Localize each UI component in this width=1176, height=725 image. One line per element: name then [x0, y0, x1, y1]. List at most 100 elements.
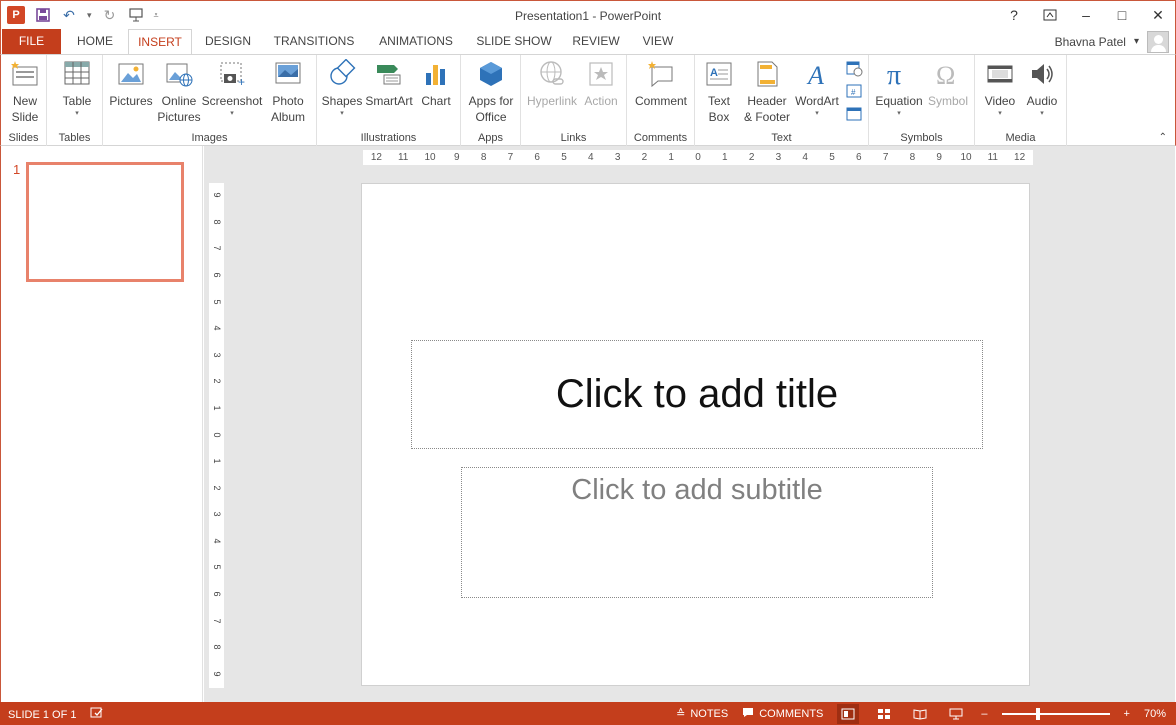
ruler-tick-label: 3 [212, 352, 222, 358]
text-box-icon: A [704, 59, 734, 89]
user-menu-caret-icon[interactable]: ▾ [1134, 36, 1139, 47]
tab-view[interactable]: VIEW [635, 29, 681, 54]
comments-button[interactable]: COMMENTS [742, 707, 823, 721]
apps-for-office-button[interactable]: Apps for Office [465, 59, 517, 125]
object-icon[interactable] [845, 105, 863, 123]
group-text: A Text Box Header & Footer A WordArt ▾ # [695, 55, 869, 146]
video-button[interactable]: Video ▾ [979, 59, 1021, 119]
zoom-level[interactable]: 70% [1144, 708, 1166, 720]
ruler-tick-label: 11 [987, 152, 998, 163]
tab-file[interactable]: FILE [2, 29, 61, 54]
text-box-label-1: Text [707, 94, 730, 108]
table-button[interactable]: Table ▾ [59, 59, 95, 119]
smartart-button[interactable]: SmartArt [363, 59, 415, 109]
online-pictures-button[interactable]: Online Pictures [157, 59, 201, 125]
pi-equation-icon: π [884, 59, 914, 91]
video-dropdown-icon: ▾ [998, 110, 1002, 117]
vertical-ruler: 9 8 7 6 5 4 3 2 1 0 1 2 3 4 5 6 7 8 9 [209, 183, 224, 688]
symbol-button[interactable]: Ω Symbol [925, 59, 971, 109]
user-name[interactable]: Bhavna Patel [1055, 35, 1126, 49]
minimize-button[interactable]: – [1077, 5, 1095, 25]
ruler-tick-label: 6 [212, 591, 222, 597]
slide-count-status[interactable]: SLIDE 1 OF 1 [8, 709, 76, 721]
comments-icon [742, 707, 754, 721]
tab-review[interactable]: REVIEW [565, 29, 627, 54]
photo-album-icon [273, 59, 303, 89]
help-button[interactable]: ? [1005, 5, 1023, 25]
slide-sorter-view-button[interactable] [873, 704, 895, 724]
slide-editing-area: 12 11 10 9 8 7 6 5 4 3 2 1 0 1 2 3 4 5 6 7 8 9 10 11 12 98765432… [204, 146, 1175, 702]
ruler-tick-label: 2 [212, 378, 222, 384]
header-footer-label-2: & Footer [743, 110, 791, 124]
pictures-button[interactable]: Pictures [107, 59, 155, 109]
spell-check-icon[interactable] [90, 707, 104, 722]
svg-text:#: # [851, 88, 856, 97]
comment-button[interactable]: Comment [631, 59, 691, 109]
ruler-tick-label: 3 [775, 152, 782, 163]
new-slide-button[interactable]: New Slide [5, 59, 45, 125]
collapse-ribbon-icon[interactable]: ⌃ [1159, 132, 1167, 143]
comments-label: COMMENTS [759, 707, 824, 720]
status-bar: SLIDE 1 OF 1 ≙ NOTES COMMENTS – + 70% [0, 702, 1176, 725]
chart-button[interactable]: Chart [417, 59, 455, 109]
ruler-tick-label: 8 [212, 644, 222, 650]
shapes-button[interactable]: Shapes ▾ [321, 58, 363, 119]
tab-design[interactable]: DESIGN [197, 29, 259, 54]
slide-show-view-button[interactable] [945, 704, 967, 724]
photo-album-button[interactable]: Photo Album [265, 59, 311, 125]
avatar[interactable] [1147, 30, 1169, 53]
tab-animations[interactable]: ANIMATIONS [369, 29, 463, 54]
shapes-label: Shapes [321, 94, 363, 108]
text-box-button[interactable]: A Text Box [699, 59, 739, 125]
notes-button[interactable]: ≙ NOTES [676, 707, 728, 721]
zoom-out-button[interactable]: – [981, 708, 987, 720]
subtitle-placeholder[interactable]: Click to add subtitle [461, 467, 933, 598]
tab-insert[interactable]: INSERT [128, 29, 192, 55]
audio-button[interactable]: Audio ▾ [1021, 59, 1063, 119]
slide-number-icon[interactable]: # [845, 82, 863, 100]
equation-label: Equation [875, 94, 923, 108]
ruler-tick-label: 7 [507, 152, 514, 163]
ribbon-display-options-button[interactable] [1041, 5, 1059, 25]
apps-for-office-icon [476, 59, 506, 89]
online-pictures-icon [164, 59, 194, 89]
pictures-label: Pictures [109, 94, 153, 108]
title-placeholder[interactable]: Click to add title [411, 340, 983, 449]
ruler-tick-label: 12 [370, 152, 382, 163]
slide-thumbnail-number: 1 [13, 162, 21, 177]
apps-for-office-label-2: Office [475, 110, 507, 124]
zoom-in-button[interactable]: + [1124, 708, 1130, 720]
svg-text:π: π [887, 60, 901, 89]
date-time-icon[interactable] [845, 59, 863, 77]
screenshot-button[interactable]: + Screenshot ▾ [201, 59, 263, 119]
ruler-tick-label: 9 [936, 152, 942, 163]
hyperlink-button[interactable]: Hyperlink [525, 59, 579, 109]
action-label: Action [584, 94, 618, 108]
ruler-tick-label: 7 [212, 618, 222, 624]
close-button[interactable]: ✕ [1149, 5, 1167, 25]
zoom-slider[interactable] [1001, 707, 1110, 720]
action-button[interactable]: Action [579, 59, 623, 109]
tab-slide-show[interactable]: SLIDE SHOW [471, 29, 557, 54]
header-footer-button[interactable]: Header & Footer [739, 59, 795, 125]
maximize-button[interactable]: □ [1113, 5, 1131, 25]
tab-transitions[interactable]: TRANSITIONS [267, 29, 361, 54]
reading-view-button[interactable] [909, 704, 931, 724]
equation-button[interactable]: π Equation ▾ [873, 59, 925, 119]
ruler-tick-label: 8 [212, 219, 222, 225]
screenshot-label: Screenshot [201, 94, 263, 108]
slide-canvas[interactable]: Click to add title Click to add subtitle [361, 183, 1030, 686]
table-icon [62, 59, 92, 89]
tab-home[interactable]: HOME [67, 29, 123, 54]
normal-view-button[interactable] [837, 703, 860, 724]
slide-thumbnail-pane: 1 [0, 146, 203, 702]
audio-dropdown-icon: ▾ [1040, 110, 1044, 117]
ruler-tick-label: 5 [212, 564, 222, 570]
wordart-button[interactable]: A WordArt ▾ [793, 59, 841, 119]
slide-thumbnail[interactable] [26, 162, 184, 282]
zoom-slider-thumb[interactable] [1036, 707, 1041, 720]
user-account[interactable]: Bhavna Patel ▾ [1055, 29, 1169, 54]
ruler-tick-label: 12 [1014, 152, 1026, 163]
ribbon: New Slide Slides Table ▾ Tables Pictures… [0, 54, 1176, 146]
table-label: Table [62, 94, 92, 108]
